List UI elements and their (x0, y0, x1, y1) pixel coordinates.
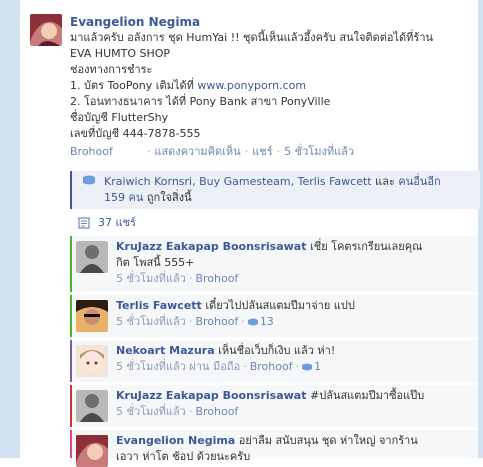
separator: · (188, 272, 193, 285)
comment-meta: 5 ชั่วโมงที่แล้ว · Brohoof (116, 271, 472, 287)
post-text-line: เลขที่บัญชี 444-7878-555 (70, 127, 201, 140)
comment-text: เดี๋ยวไปปลันสแตมปีมาจ่าย แปป (205, 299, 355, 312)
comment-accent-bar (70, 236, 72, 292)
post-text-line: 1. บัตร TooPony เติมได้ที่ www.ponyporn.… (70, 78, 470, 94)
comment-text: เห็นชื่อเว็บก็เงิบ แล้ว ห่า! (218, 344, 336, 357)
commenter-name[interactable]: KruJazz Eakapap Boonsrisawat (116, 389, 307, 402)
separator: · (188, 315, 193, 328)
comment-meta: 5 ชั่วโมงที่แล้ว ผ่าน มือถือ · Brohoof · 1 (116, 359, 472, 375)
post-action-bar: Brohoof · แสดงความคิดเห็น · แชร์ · 5 ชั่วโมงที… (70, 144, 470, 160)
post-text-fragment: 1. บัตร TooPony เติมได้ที่ (70, 79, 198, 92)
separator: · (241, 315, 245, 328)
separator: · (295, 360, 300, 373)
comment-timestamp[interactable]: 5 ชั่วโมงที่แล้ว (116, 272, 186, 285)
comment-item: KruJazz Eakapap Boonsrisawat เชี่ย โคตรเ… (70, 236, 478, 292)
comment-meta: 5 ชั่วโมงที่แล้ว · Brohoof · 13 (116, 314, 472, 330)
post-text-line: ช่องทางการชำระ (70, 63, 153, 76)
commenter-name[interactable]: Nekoart Mazura (116, 344, 215, 357)
commenter-avatar[interactable] (76, 390, 108, 422)
comment-text: อย่าลืม สนับสนุน ชุด ห่าใหญ่ จากร้าน (238, 434, 418, 447)
commenter-avatar[interactable] (76, 300, 108, 332)
comment-accent-bar (70, 295, 72, 337)
thumbs-up-icon (247, 318, 258, 326)
commenter-avatar[interactable] (76, 345, 108, 377)
right-panel-bar (478, 0, 483, 458)
author-avatar[interactable] (30, 14, 62, 46)
comment-meta: 5 ชั่วโมงที่แล้ว · Brohoof (116, 404, 472, 420)
comment-brohoof-link[interactable]: Brohoof (195, 272, 238, 285)
comment-text: เชี่ย โคตรเกรียนเลยคุณ (310, 240, 423, 253)
liker-names[interactable]: Kraiwich Kornsri, Buy Gamesteam, Terlis … (104, 175, 372, 188)
comment-item: Nekoart Mazura เห็นชื่อเว็บก็เงิบ แล้ว ห… (70, 340, 478, 382)
separator: · (146, 145, 151, 158)
post-text-line: 2. โอนทางธนาคาร ได้ที่ Pony Bank สาขา Po… (70, 95, 331, 108)
likes-summary: Kraiwich Kornsri, Buy Gamesteam, Terlis … (70, 171, 480, 209)
thumbs-up-icon (83, 175, 95, 185)
comment-text: #ปลันสแตมปีมาซื้อแป๊บ (310, 389, 425, 402)
comment-timestamp[interactable]: 5 ชั่วโมงที่แล้ว (116, 315, 186, 328)
comment-accent-bar (70, 385, 72, 427)
separator: · (276, 145, 281, 158)
comment-item: KruJazz Eakapap Boonsrisawat #ปลันสแตมปี… (70, 385, 478, 427)
commenter-avatar[interactable] (76, 241, 108, 273)
likes-count[interactable]: 159 คน (104, 191, 143, 204)
left-panel-bar (0, 0, 20, 458)
post-text-line: มาแล้วครับ อลังการ ชุด HumYai !! ชุดนี้เ… (70, 31, 434, 44)
post-text-line: ชื่อบัญชี FlutterShy (70, 111, 169, 124)
comment-timestamp[interactable]: 5 ชั่วโมงที่แล้ว (116, 405, 186, 418)
post-link[interactable]: www.ponyporn.com (197, 79, 306, 92)
brohoof-link[interactable]: Brohoof (70, 145, 113, 158)
comment-item: Terlis Fawcett เดี๋ยวไปปลันสแตมปีมาจ่าย … (70, 295, 478, 337)
post-text-line: EVA HUMTO SHOP (70, 47, 171, 60)
commenter-name[interactable]: Evangelion Negima (116, 434, 235, 447)
comment-like-count[interactable]: 1 (314, 360, 321, 373)
share-link[interactable]: แชร์ (252, 145, 272, 158)
comment-text-continued: เอวา ห่าโต ช้อป ด้วยนะครับ (116, 450, 251, 463)
comment-brohoof-link[interactable]: Brohoof (195, 315, 238, 328)
comment-brohoof-link[interactable]: Brohoof (250, 360, 293, 373)
comment-like-count[interactable]: 13 (260, 315, 274, 328)
likes-others[interactable]: คนอื่นอีก (398, 175, 440, 188)
comment-text-continued: กิต โพสนี้ 555+ (116, 256, 195, 269)
likes-suffix: ถูกใจสิ่งนี้ (146, 191, 192, 204)
commenter-avatar[interactable] (76, 435, 108, 467)
shares-count[interactable]: 37 แชร์ (98, 215, 136, 231)
comment-link[interactable]: แสดงความคิดเห็น (154, 145, 240, 158)
likes-text: Kraiwich Kornsri, Buy Gamesteam, Terlis … (104, 174, 474, 206)
separator: · (244, 145, 249, 158)
comment-accent-bar (70, 340, 72, 382)
likes-and: และ (375, 175, 395, 188)
comment-brohoof-link[interactable]: Brohoof (195, 405, 238, 418)
post-timestamp[interactable]: 5 ชั่วโมงที่แล้ว (284, 145, 354, 158)
commenter-name[interactable]: KruJazz Eakapap Boonsrisawat (116, 240, 307, 253)
comment-timestamp[interactable]: 5 ชั่วโมงที่แล้ว ผ่าน มือถือ (116, 360, 240, 373)
shares-row[interactable]: 37 แชร์ (70, 212, 478, 234)
commenter-name[interactable]: Terlis Fawcett (116, 299, 202, 312)
thumbs-up-icon (302, 363, 313, 371)
separator: · (243, 360, 247, 373)
post-author-name[interactable]: Evangelion Negima (70, 14, 470, 30)
comment-accent-bar (70, 430, 72, 458)
share-icon (78, 217, 90, 229)
separator: · (188, 405, 193, 418)
comment-item: Evangelion Negima อย่าลืม สนับสนุน ชุด ห… (70, 430, 478, 467)
